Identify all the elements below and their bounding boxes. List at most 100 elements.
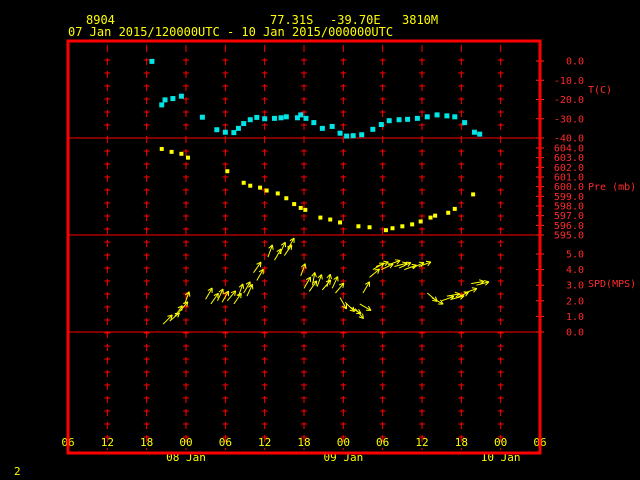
temp-point: [235, 125, 241, 131]
wind-arrow: [169, 312, 181, 322]
pressure-point: [356, 224, 361, 229]
temp-point: [159, 102, 165, 108]
temp-point: [329, 123, 335, 129]
temp-point: [424, 114, 430, 120]
pressure-point: [179, 151, 184, 156]
wind-arrow: [331, 276, 339, 289]
pressure-point: [225, 169, 230, 174]
y-tick-label: 3.0: [566, 281, 584, 292]
temp-point: [414, 115, 420, 121]
y-tick-label: -20.0: [554, 95, 584, 106]
temp-point: [254, 114, 260, 120]
x-tick-label: 18: [140, 436, 153, 449]
temp-point: [170, 96, 176, 102]
temp-point: [231, 130, 237, 136]
temperature-series: [149, 58, 483, 139]
y-tick-label: -30.0: [554, 114, 584, 125]
temp-point: [162, 97, 168, 103]
x-tick-label: 00: [337, 436, 350, 449]
temp-point: [452, 114, 458, 120]
elevation: 3810M: [402, 13, 438, 27]
y-axes: 0.0-10.0-20.0-30.0-40.0T(C)604.0603.0602…: [536, 57, 636, 339]
pressure-point: [275, 191, 280, 196]
x-tick-label: 06: [376, 436, 389, 449]
pressure-point: [400, 224, 405, 229]
y-tick-label: 0.0: [566, 57, 584, 68]
wind-arrow: [369, 268, 380, 278]
wind-arrow: [464, 287, 478, 294]
temp-point: [370, 126, 376, 132]
y-tick-label: 4.0: [566, 265, 584, 276]
temp-point: [337, 130, 343, 136]
x-tick-label: 18: [297, 436, 310, 449]
temp-point: [477, 131, 483, 137]
y-tick-label: 0.0: [566, 328, 584, 339]
x-tick-label: 12: [101, 436, 114, 449]
temp-point: [303, 115, 309, 121]
grid: [68, 45, 540, 450]
pressure-point: [418, 219, 423, 224]
page-number: 2: [14, 465, 21, 478]
pressure-point: [367, 225, 372, 230]
y-axis-label: SPD(MPS): [588, 279, 636, 290]
y-tick-label: 595.0: [554, 231, 584, 242]
temp-point: [462, 120, 468, 126]
temp-point: [178, 93, 184, 99]
pressure-point: [303, 207, 308, 212]
pressure-point: [284, 196, 289, 201]
temp-point: [378, 122, 384, 128]
pressure-point: [383, 228, 388, 233]
time-period: 07 Jan 2015/120000UTC - 10 Jan 2015/0000…: [68, 25, 393, 39]
pressure-point: [241, 180, 246, 185]
pressure-point: [446, 210, 451, 215]
y-axis-label: Pre (mb): [588, 182, 636, 193]
y-tick-label: 5.0: [566, 250, 584, 261]
x-tick-label: 18: [455, 436, 468, 449]
temp-point: [319, 125, 325, 131]
y-axis-label: T(C): [588, 85, 612, 96]
temp-point: [386, 118, 392, 124]
pressure-point: [169, 149, 174, 154]
temp-point: [344, 133, 350, 139]
temp-point: [405, 116, 411, 122]
pressure-point: [390, 226, 395, 231]
wind-arrow: [256, 268, 264, 281]
temp-point: [444, 113, 450, 119]
temp-point: [199, 114, 205, 120]
pressure-point: [248, 183, 253, 188]
pressure-point: [433, 213, 438, 218]
wind-arrow: [311, 272, 317, 286]
pressure-point: [185, 155, 190, 160]
wind-arrow: [387, 259, 401, 266]
wind-arrow: [316, 274, 323, 287]
temp-point: [434, 112, 440, 118]
x-tick-label: 00: [494, 436, 507, 449]
wind-arrow: [205, 287, 213, 300]
station-meteogram: 8904 77.31S -39.70E 3810M 07 Jan 2015/12…: [14, 13, 636, 478]
pressure-point: [471, 192, 476, 197]
wind-arrow: [279, 241, 287, 255]
pressure-point: [264, 188, 269, 193]
y-tick-label: -10.0: [554, 76, 584, 87]
wind-arrow: [300, 263, 307, 277]
temp-point: [222, 129, 228, 135]
wind-arrow: [287, 237, 295, 250]
pressure-point: [318, 215, 323, 220]
temp-point: [471, 129, 477, 135]
temp-point: [396, 117, 402, 123]
x-tick-label: 06: [219, 436, 232, 449]
pressure-point: [428, 215, 433, 220]
temp-point: [241, 121, 247, 127]
pressure-point: [410, 222, 415, 227]
pressure-point: [328, 217, 333, 222]
wind-arrow: [335, 282, 345, 294]
x-tick-label: 00: [179, 436, 192, 449]
pressure-point: [159, 146, 164, 151]
temp-point: [350, 133, 356, 139]
y-tick-label: 1.0: [566, 312, 584, 323]
temp-point: [149, 58, 155, 64]
pressure-series: [159, 146, 476, 233]
wind-arrow: [359, 303, 372, 311]
temp-point: [214, 127, 220, 133]
pressure-point: [338, 220, 343, 225]
